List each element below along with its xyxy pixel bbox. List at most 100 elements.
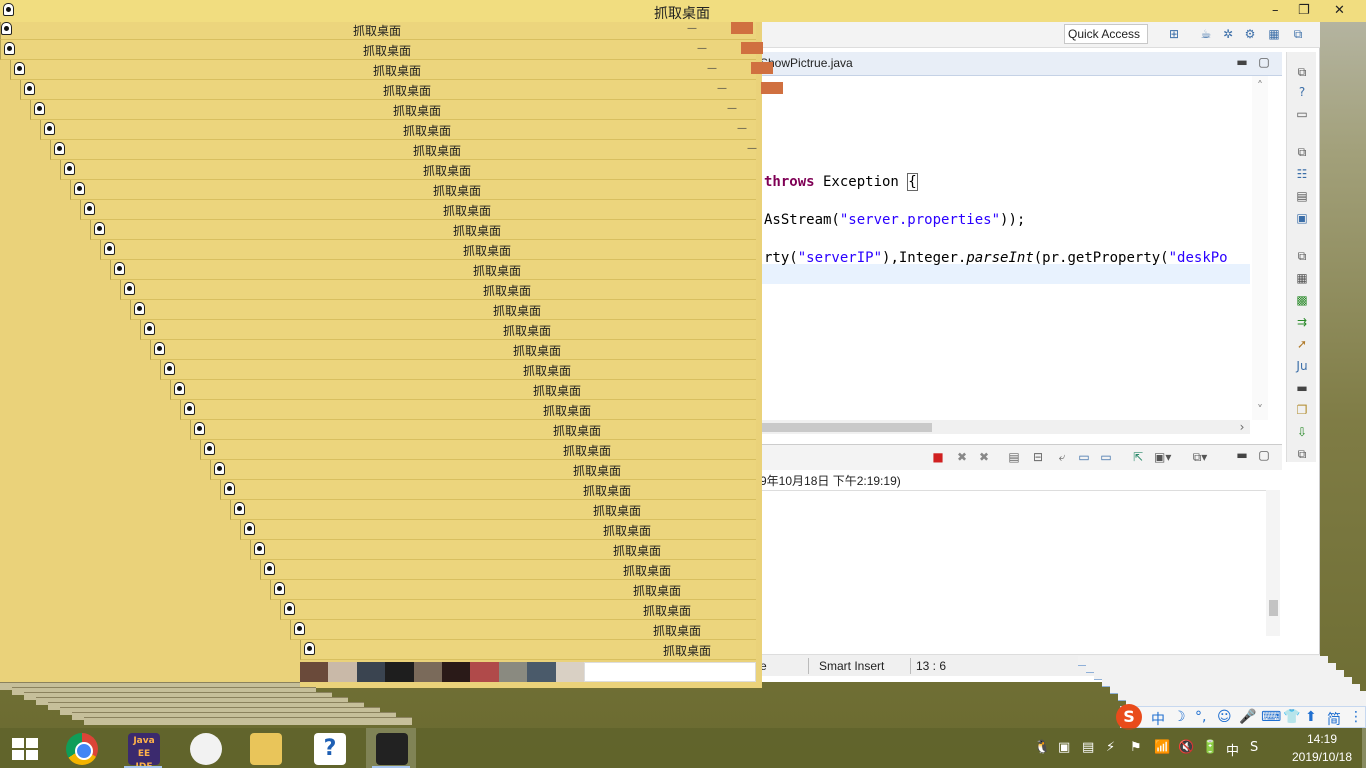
servers-view-icon[interactable]: ⇉ — [1294, 314, 1310, 330]
open-console-icon[interactable]: ⧉▾ — [1192, 449, 1208, 465]
editor-horizontal-thumb[interactable] — [760, 423, 932, 432]
scroll-down-icon[interactable]: ˅ — [1252, 402, 1268, 418]
ime-item-icon[interactable]: ⋮ — [1349, 709, 1363, 725]
cascade-app-icon — [284, 602, 295, 615]
ime-item-icon[interactable]: 👕 — [1283, 709, 1300, 725]
outline-view-icon[interactable]: ☷ — [1294, 166, 1310, 182]
show-stdout-icon[interactable]: ▭ — [1076, 449, 1092, 465]
comment-view-icon[interactable]: ▣ — [1294, 210, 1310, 226]
jee-perspective-icon[interactable]: ▦ — [1266, 26, 1282, 42]
ime-item-icon[interactable]: ⬆ — [1305, 709, 1317, 725]
sogou-logo-icon[interactable]: S — [1116, 704, 1142, 730]
taskbar-chrome[interactable] — [56, 728, 106, 768]
run-view-icon[interactable]: ➚ — [1294, 336, 1310, 352]
ime-item-icon[interactable]: ☽ — [1173, 709, 1186, 725]
remove-all-icon[interactable]: ✖ — [976, 449, 992, 465]
minimize-editor-icon[interactable]: ▬ — [1234, 54, 1250, 70]
clock-date[interactable]: 2019/10/18 — [1284, 750, 1360, 764]
cascade-title: 抓取桌面 — [423, 164, 472, 178]
maximize-editor-icon[interactable]: ▢ — [1256, 54, 1272, 70]
cascade-title: 抓取桌面 — [623, 564, 672, 578]
status-insert-mode: Smart Insert — [819, 659, 885, 673]
tray-icon[interactable]: ▣ — [1058, 740, 1070, 755]
restore-view-icon-2[interactable]: ⧉ — [1294, 144, 1310, 160]
tray-icon[interactable]: 中 — [1226, 740, 1239, 759]
cascade-app-icon — [54, 142, 65, 155]
tray-icon[interactable]: ⚑ — [1130, 740, 1142, 755]
cascade-app-icon — [34, 102, 45, 115]
cascade-title: 抓取桌面 — [353, 24, 402, 38]
clear-console-icon[interactable]: ▤ — [1006, 449, 1022, 465]
tray-icon[interactable]: ⚡ — [1106, 740, 1115, 755]
ime-toolbar[interactable]: 中 ☽ °, ☺ 🎤 ⌨ 👕 ⬆ 简 ⋮ — [1120, 706, 1366, 728]
start-button[interactable] — [0, 728, 50, 768]
ime-item-icon[interactable]: ⌨ — [1261, 709, 1281, 725]
debug-perspective-icon[interactable]: ✲ — [1220, 26, 1236, 42]
terminate-icon[interactable]: ■ — [930, 449, 946, 465]
editor-tab-showpictrue[interactable]: ShowPictrue.java — [760, 54, 859, 76]
thumbnail — [300, 662, 329, 682]
help-view-icon[interactable]: ? — [1294, 84, 1310, 100]
scroll-up-icon[interactable]: ˄ — [1252, 78, 1268, 94]
git-perspective-icon[interactable]: ⚙ — [1242, 26, 1258, 42]
word-wrap-icon[interactable]: ⤶ — [1054, 449, 1070, 465]
tray-icon[interactable]: ▤ — [1082, 740, 1094, 755]
restore-perspective-icon[interactable]: ⧉ — [1290, 26, 1306, 42]
console-scroll-thumb[interactable] — [1269, 600, 1278, 616]
maximize-console-icon[interactable]: ▢ — [1256, 447, 1272, 463]
ime-item-icon[interactable]: 🎤 — [1239, 709, 1256, 725]
show-stderr-icon[interactable]: ▭ — [1098, 449, 1114, 465]
minimize-console-icon[interactable]: ▬ — [1234, 447, 1250, 463]
close-button[interactable]: ✕ — [1334, 3, 1345, 18]
pin-console-icon[interactable]: ⇱ — [1130, 449, 1146, 465]
show-desktop-button[interactable] — [1362, 728, 1366, 768]
cascade-window: 抓取桌面 — [230, 500, 756, 520]
restore-view-icon[interactable]: ⧉ — [1294, 64, 1310, 80]
restore-view-icon-3[interactable]: ⧉ — [1294, 248, 1310, 264]
cascade-app-icon — [154, 342, 165, 355]
scroll-lock-icon[interactable]: ⊟ — [1030, 449, 1046, 465]
console-output[interactable] — [760, 490, 1266, 636]
tray-icon[interactable]: S — [1250, 740, 1258, 755]
taskbar-help[interactable]: ? — [304, 728, 354, 768]
tray-icon[interactable]: 🐧 — [1034, 740, 1050, 755]
copy-view-icon[interactable]: ❐ — [1294, 402, 1310, 418]
terminal-view-icon[interactable]: ▬ — [1294, 380, 1310, 396]
java-perspective-icon[interactable]: ☕ — [1198, 26, 1214, 42]
taskbar-inkscape[interactable] — [180, 728, 230, 768]
ime-item-icon[interactable]: 简 — [1327, 709, 1341, 729]
tray-icon[interactable]: 🔇 — [1178, 740, 1194, 755]
maximize-button[interactable]: ❐ — [1298, 3, 1310, 18]
taskbar-capture-app[interactable] — [366, 728, 416, 768]
editor-vertical-scrollbar[interactable]: ˄ ˅ — [1252, 76, 1268, 420]
open-perspective-icon[interactable]: ⊞ — [1166, 26, 1182, 42]
console-vertical-scrollbar[interactable] — [1266, 490, 1280, 636]
ime-item-icon[interactable]: °, — [1195, 709, 1206, 725]
map-view-icon[interactable]: ▩ — [1294, 292, 1310, 308]
ime-item-icon[interactable]: 中 — [1151, 709, 1165, 729]
scroll-right-icon[interactable]: › — [1234, 419, 1250, 435]
taskbar-eclipse[interactable]: Java EE IDE — [118, 728, 168, 768]
task-list-icon[interactable]: ▭ — [1294, 106, 1310, 122]
restore-view-icon-4[interactable]: ⧉ — [1294, 446, 1310, 462]
tray-icon[interactable]: 🔋 — [1202, 740, 1218, 755]
editor-horizontal-scrollbar[interactable]: › — [760, 420, 1250, 434]
folder-icon — [250, 733, 282, 765]
quick-access-field[interactable]: Quick Access — [1064, 24, 1148, 44]
code-editor[interactable]: throws Exception { AsStream("server.prop… — [760, 76, 1250, 420]
ime-item-icon[interactable]: ☺ — [1217, 709, 1232, 725]
taskbar-file-explorer[interactable] — [240, 728, 290, 768]
remove-launch-icon[interactable]: ✖ — [954, 449, 970, 465]
display-console-icon[interactable]: ▣▾ — [1154, 449, 1171, 465]
download-view-icon[interactable]: ⇩ — [1294, 424, 1310, 440]
tray-icon[interactable]: 📶 — [1154, 740, 1170, 755]
thumbnail-strip — [300, 662, 585, 682]
junit-view-icon[interactable]: Ju — [1294, 358, 1310, 374]
cascade-minimize-icon: — — [697, 43, 707, 54]
properties-view-icon[interactable]: ▦ — [1294, 270, 1310, 286]
document-view-icon[interactable]: ▤ — [1294, 188, 1310, 204]
cascade-title: 抓取桌面 — [363, 44, 412, 58]
cascade-title: 抓取桌面 — [593, 504, 642, 518]
clock-time[interactable]: 14:19 — [1296, 732, 1348, 746]
minimize-button[interactable]: – — [1272, 3, 1279, 18]
